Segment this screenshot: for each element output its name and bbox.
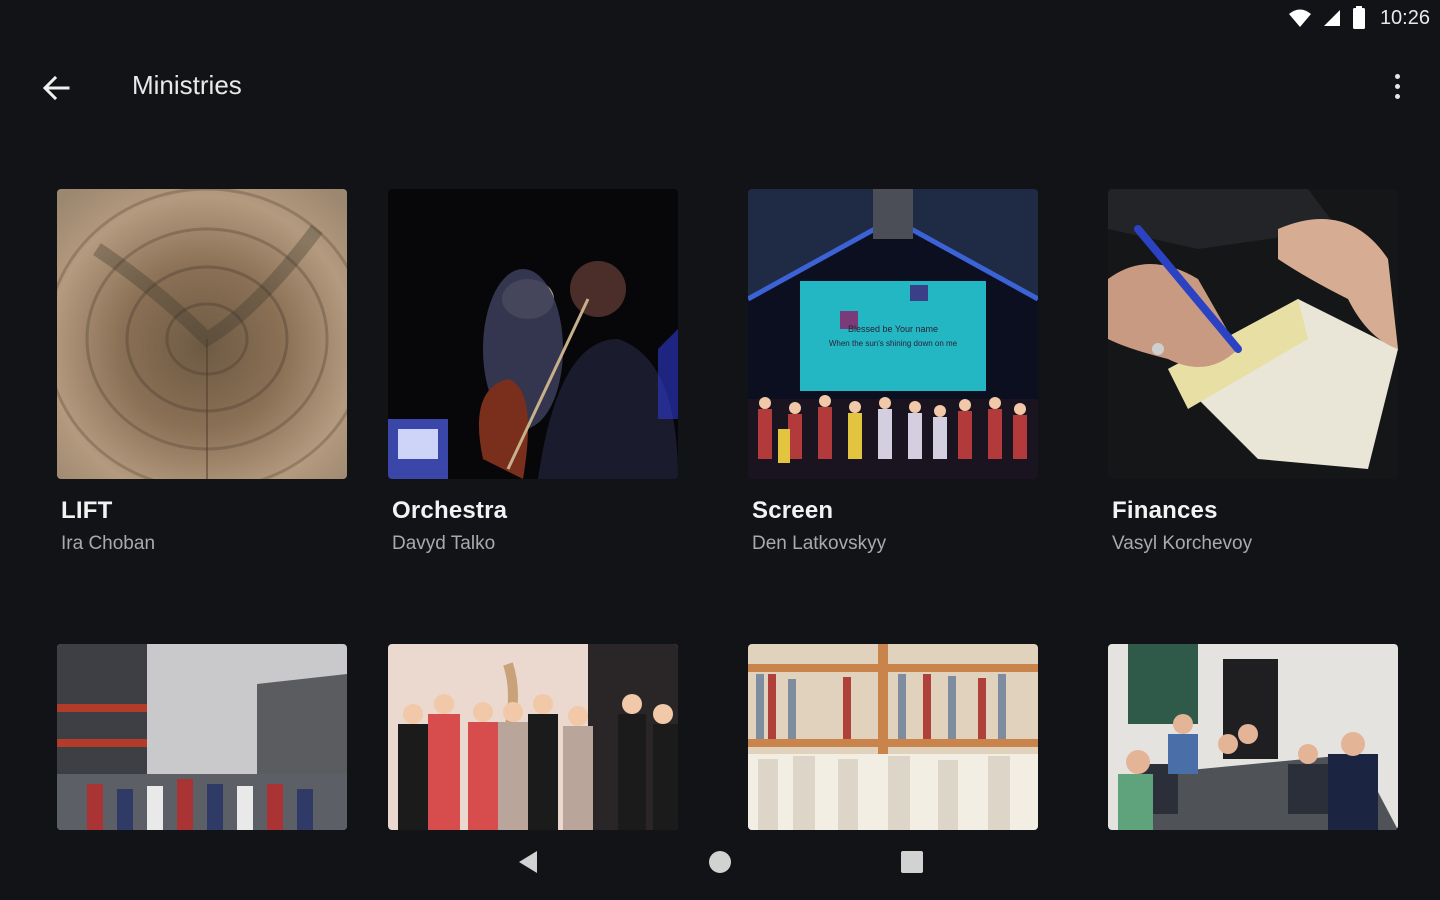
- more-vertical-icon-dot: [1394, 93, 1400, 99]
- screen-lyric-line-1: Blessed be Your name: [848, 324, 938, 334]
- ministry-leader: Vasyl Korchevoy: [1112, 533, 1253, 554]
- ministry-image: Blessed be Your name When the sun's shin…: [748, 189, 1038, 479]
- ministry-card-meeting[interactable]: [1108, 644, 1398, 830]
- ministry-leader: Ira Choban: [61, 533, 156, 554]
- ministry-title: Screen: [752, 497, 834, 524]
- ministry-image: [57, 189, 347, 479]
- ministry-card-screen[interactable]: Blessed be Your name When the sun's shin…: [748, 189, 1038, 555]
- system-nav-bar: [0, 828, 1440, 900]
- ministry-image: [388, 189, 678, 479]
- arrow-left-icon: [42, 75, 70, 101]
- more-options-button[interactable]: [1382, 66, 1412, 106]
- ministry-card-finances[interactable]: Finances Vasyl Korchevoy: [1108, 189, 1398, 555]
- ministry-title: Orchestra: [392, 497, 508, 524]
- status-icons: 10:26: [1288, 6, 1430, 30]
- nav-home-button[interactable]: [698, 840, 742, 884]
- ministry-card-library[interactable]: [748, 644, 1038, 830]
- ministry-title: Finances: [1112, 497, 1218, 524]
- status-bar: 10:26: [0, 0, 1440, 40]
- more-vertical-icon: [1394, 73, 1400, 79]
- nav-recents-icon: [901, 851, 923, 873]
- ministry-card-lift[interactable]: LIFT Ira Choban: [57, 189, 347, 555]
- app-bar: Ministries: [0, 56, 1440, 116]
- nav-back-button[interactable]: [506, 840, 550, 884]
- ministry-image: [388, 644, 678, 830]
- wifi-icon: [1288, 9, 1311, 27]
- signal-icon: [1323, 10, 1340, 26]
- ministry-leader: Davyd Talko: [392, 533, 496, 554]
- ministry-image: [748, 644, 1038, 830]
- status-time: 10:26: [1379, 6, 1430, 29]
- nav-recents-button[interactable]: [890, 840, 934, 884]
- ministry-image: [57, 644, 347, 830]
- page-title: Ministries: [132, 70, 242, 100]
- nav-back-icon: [519, 851, 537, 873]
- screen-lyric-line-2: When the sun's shining down on me: [829, 339, 958, 348]
- back-button[interactable]: [36, 68, 76, 108]
- ministry-image: [1108, 644, 1398, 830]
- ministry-card-orchestra[interactable]: Orchestra Davyd Talko: [388, 189, 678, 555]
- ministry-leader: Den Latkovskyy: [752, 533, 887, 554]
- more-vertical-icon-dot: [1394, 83, 1400, 89]
- ministry-image: [1108, 189, 1398, 479]
- battery-icon: [1352, 6, 1365, 29]
- ministry-card-group[interactable]: [57, 644, 347, 830]
- ministry-title: LIFT: [61, 497, 113, 524]
- ministry-card-women[interactable]: [388, 644, 678, 830]
- nav-home-icon: [709, 851, 731, 873]
